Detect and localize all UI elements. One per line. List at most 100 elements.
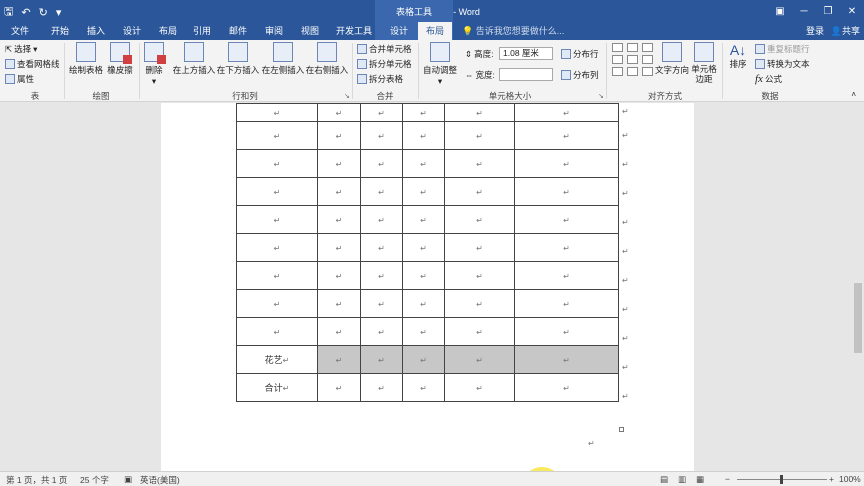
minimize-icon[interactable]: ─ [792,0,816,22]
tab-file[interactable]: 文件 [8,22,32,40]
save-icon[interactable]: 🖫 [4,3,13,22]
row-label-cell[interactable]: ↵ [236,103,318,122]
table-cell[interactable]: ↵ [360,103,403,122]
tab-references[interactable]: 引用 [190,22,214,40]
table-cell[interactable]: ↵ [514,289,619,318]
table-row[interactable]: ↵ ↵ ↵ ↵ ↵ ↵ [236,149,619,178]
table-row[interactable]: ↵ ↵ ↵ ↵ ↵ ↵ [236,233,619,262]
align-middle-right-icon[interactable] [642,55,653,64]
align-middle-left-icon[interactable] [612,55,623,64]
row-label-cell[interactable]: ↵ [236,177,318,206]
read-mode-icon[interactable]: ▤ [660,474,668,485]
page-count[interactable]: 第 1 页，共 1 页 [6,474,67,486]
customize-qat-icon[interactable]: ▾ [56,6,62,19]
table-cell[interactable]: ↵ [317,289,361,318]
table-cell[interactable]: ↵ [444,233,515,262]
table-cell[interactable]: ↵ [317,233,361,262]
table-cell[interactable]: ↵ [514,345,619,374]
table-cell[interactable]: ↵ [514,205,619,234]
width-field[interactable] [499,68,553,81]
row-label-cell[interactable]: ↵ [236,289,318,318]
redo-icon[interactable]: ↻ [39,6,48,19]
sign-in-link[interactable]: 登录 [806,22,824,40]
cell-size-launcher-icon[interactable]: ↘ [598,92,604,100]
language-indicator[interactable]: 英语(美国) [140,474,180,486]
table-cell[interactable]: ↵ [514,103,619,122]
row-label-cell[interactable]: ↵ [236,149,318,178]
vertical-scrollbar[interactable] [852,103,864,471]
table-cell[interactable]: ↵ [360,373,403,402]
table-cell[interactable]: ↵ [514,373,619,402]
zoom-in-button[interactable]: + [829,474,834,484]
table-cell[interactable]: ↵ [402,177,445,206]
table-row[interactable]: ↵ ↵ ↵ ↵ ↵ ↵ [236,289,619,318]
tell-me-box[interactable]: 💡 告诉我您想要做什么... [462,22,564,40]
table-cell[interactable]: ↵ [402,373,445,402]
tab-review[interactable]: 审阅 [262,22,286,40]
rows-columns-launcher-icon[interactable]: ↘ [344,92,350,100]
delete-button[interactable]: 删除 ▾ [141,42,167,87]
zoom-slider-knob[interactable] [780,475,783,484]
table-cell[interactable]: ↵ [360,177,403,206]
table-cell[interactable]: ↵ [360,289,403,318]
row-label-cell[interactable]: ↵ [236,121,318,150]
table-cell[interactable]: ↵ [402,261,445,290]
table-resize-handle[interactable] [619,427,624,432]
sort-button[interactable]: A↓ 排序 [726,42,750,70]
table-cell[interactable]: ↵ [402,289,445,318]
table-cell[interactable]: ↵ [514,121,619,150]
table-cell[interactable]: ↵ [444,177,515,206]
table-cell[interactable]: ↵ [317,373,361,402]
table-cell[interactable]: ↵ [514,149,619,178]
table-cell[interactable]: ↵ [317,103,361,122]
restore-icon[interactable]: ❐ [816,0,840,22]
row-label-cell[interactable]: 花艺↵ [236,345,318,374]
tab-design[interactable]: 设计 [120,22,144,40]
align-center-icon[interactable] [627,55,638,64]
table-cell[interactable]: ↵ [402,233,445,262]
table-cell[interactable]: ↵ [444,149,515,178]
table-cell[interactable]: ↵ [402,121,445,150]
table-cell[interactable]: ↵ [402,205,445,234]
align-top-center-icon[interactable] [627,43,638,52]
table-row[interactable]: ↵ ↵ ↵ ↵ ↵ ↵ [236,205,619,234]
table-row[interactable]: 合计↵ ↵ ↵ ↵ ↵ ↵ [236,373,619,402]
table-cell[interactable]: ↵ [317,261,361,290]
tab-insert[interactable]: 插入 [84,22,108,40]
table-cell[interactable]: ↵ [444,373,515,402]
repeat-header-button[interactable]: 重复标题行 [755,43,810,55]
height-field[interactable]: 1.08 厘米 [499,47,553,60]
align-top-right-icon[interactable] [642,43,653,52]
table-row[interactable]: ↵ ↵ ↵ ↵ ↵ ↵ [236,261,619,290]
convert-to-text-button[interactable]: 转换为文本 [755,58,810,70]
table-cell[interactable]: ↵ [514,233,619,262]
close-icon[interactable]: ✕ [840,0,864,22]
row-label-cell[interactable]: ↵ [236,317,318,346]
scrollbar-thumb[interactable] [854,283,862,353]
tab-table-design[interactable]: 设计 [385,22,413,40]
word-count[interactable]: 25 个字 [80,474,109,486]
distribute-columns-button[interactable]: 分布列 [561,69,599,81]
table-cell[interactable]: ↵ [402,149,445,178]
row-label-cell[interactable]: ↵ [236,205,318,234]
view-gridlines-button[interactable]: 查看网格线 [5,58,60,70]
formula-button[interactable]: fx 公式 [755,73,782,85]
select-button[interactable]: ⇱ 选择 ▾ [5,43,37,55]
table-cell[interactable]: ↵ [514,317,619,346]
table-cell[interactable]: ↵ [444,205,515,234]
ribbon-display-options-icon[interactable]: ▣ [768,0,792,22]
distribute-rows-button[interactable]: 分布行 [561,48,599,60]
table-cell[interactable]: ↵ [402,317,445,346]
table-cell[interactable]: ↵ [402,103,445,122]
table-cell[interactable]: ↵ [317,177,361,206]
row-label-cell[interactable]: ↵ [236,261,318,290]
table-row[interactable]: ↵ ↵ ↵ ↵ ↵ ↵ [236,121,619,150]
table-cell[interactable]: ↵ [360,121,403,150]
table-cell[interactable]: ↵ [360,345,403,374]
text-direction-button[interactable]: 文字方向 [654,42,690,76]
insert-above-button[interactable]: 在上方插入 [172,42,216,76]
table-cell[interactable]: ↵ [444,261,515,290]
autofit-button[interactable]: 自动调整 ▾ [421,42,459,87]
tab-home[interactable]: 开始 [48,22,72,40]
table-row[interactable]: 花艺↵ ↵ ↵ ↵ ↵ ↵ [236,345,619,374]
